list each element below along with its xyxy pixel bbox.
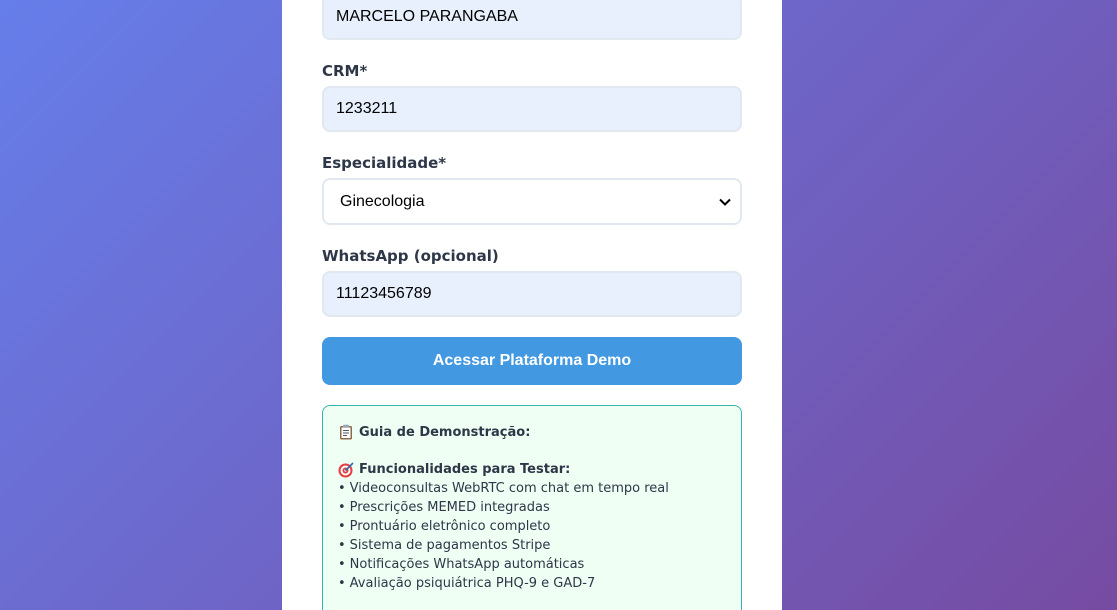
feature-text: Sistema de pagamentos Stripe [349,538,551,553]
access-demo-button[interactable]: Acessar Plataforma Demo [322,337,742,385]
crm-input[interactable] [322,86,742,132]
name-input[interactable] [322,0,742,40]
chevron-down-icon [719,198,731,206]
specialty-selected-value: Ginecologia [340,192,425,210]
feature-text: Prontuário eletrônico completo [349,519,551,534]
bullet: • [338,500,346,515]
specialty-select[interactable]: Ginecologia [322,178,742,225]
feature-text: Notificações WhatsApp automáticas [349,557,585,572]
list-item: • Avaliação psiquiátrica PHQ-9 e GAD-7 [338,574,726,593]
bullet: • [338,538,346,553]
list-item: • Notificações WhatsApp automáticas [338,555,726,574]
target-icon [338,461,354,477]
guide-title: Guia de Demonstração: [338,422,726,442]
guide-title-text: Guia de Demonstração: [359,424,531,440]
demo-guide-box: Guia de Demonstração: Funcionalidades pa… [322,405,742,610]
guide-subtitle: Funcionalidades para Testar: [338,460,726,479]
list-item: • Prescrições MEMED integradas [338,498,726,517]
list-item: • Sistema de pagamentos Stripe [338,536,726,555]
feature-text: Avaliação psiquiátrica PHQ-9 e GAD-7 [349,576,596,591]
list-item: • Videoconsultas WebRTC com chat em tempo… [338,479,726,498]
feature-text: Prescrições MEMED integradas [349,500,550,515]
whatsapp-label: WhatsApp (opcional) [322,247,499,265]
whatsapp-input[interactable] [322,271,742,317]
login-card: CRM* Especialidade* Ginecologia WhatsApp… [282,0,782,610]
bullet: • [338,519,346,534]
list-item: • Prontuário eletrônico completo [338,517,726,536]
clipboard-icon [340,424,352,440]
bullet: • [338,481,346,496]
feature-text: Videoconsultas WebRTC com chat em tempo … [349,481,669,496]
guide-subtitle-text: Funcionalidades para Testar: [359,462,571,477]
bullet: • [338,557,346,572]
specialty-label: Especialidade* [322,154,447,172]
feature-list: • Videoconsultas WebRTC com chat em tempo… [338,479,726,593]
crm-label: CRM* [322,62,368,80]
bullet: • [338,576,346,591]
